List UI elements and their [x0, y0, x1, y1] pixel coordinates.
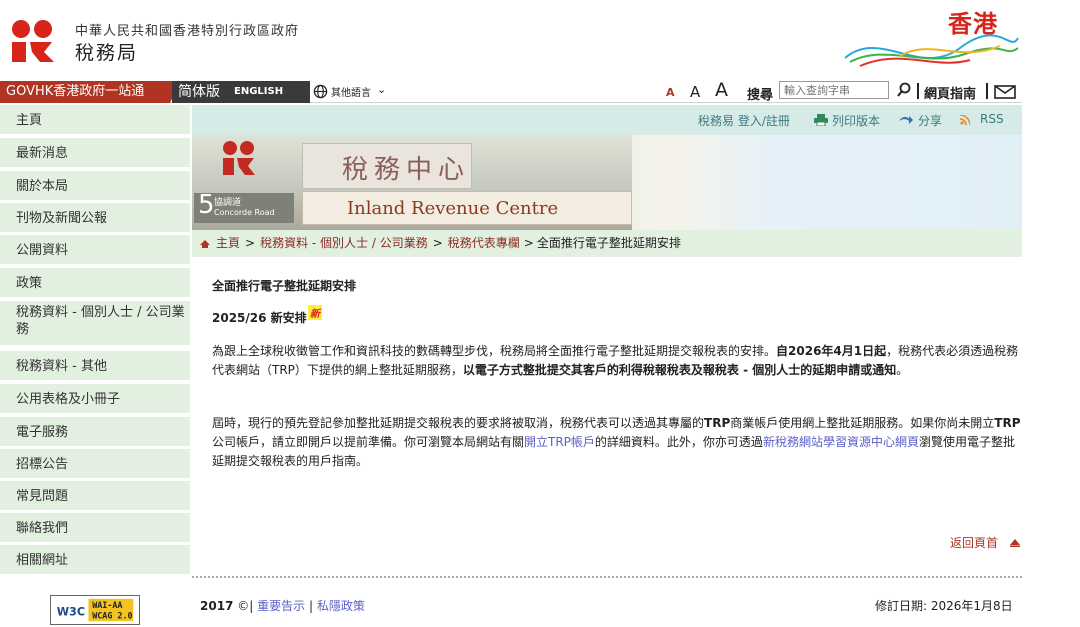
banner-road-name-en: Concorde Road	[214, 208, 275, 217]
banner-english-sign: Inland Revenue Centre	[347, 198, 559, 219]
search-input[interactable]	[779, 81, 889, 99]
search-label: 搜尋	[747, 88, 774, 103]
chevron-down-icon[interactable]: ⌄	[377, 83, 386, 96]
p1-text: 為跟上全球稅收徵管工作和資訊科技的數碼轉型步伐，稅務局將全面推行電子整批延期提交…	[212, 344, 777, 358]
banner-ird-logo	[223, 141, 255, 175]
p1-effective-date: 自2026年4月1日起	[776, 344, 887, 358]
sidebar-menu: 主頁 最新消息 關於本局 刊物及新聞公報 公開資料 政策 稅務資料 - 個別人士…	[0, 105, 190, 627]
important-notice-link[interactable]: 重要告示	[257, 599, 305, 613]
footer-copyright: 2017 ©| 重要告示 | 私隱政策	[200, 597, 365, 614]
w3c-wcag-badge[interactable]: W3C WAI-AA WCAG 2.0	[50, 595, 140, 625]
p2-text: 商業帳戶使用網上整批延期服務。如果你尚未開立	[730, 416, 995, 430]
sidebar-item-contact[interactable]: 聯絡我們	[0, 513, 190, 544]
sidebar-item-links[interactable]: 相關網址	[0, 545, 190, 576]
banner-road-number: 5	[198, 190, 215, 220]
font-size-small-button[interactable]: A	[666, 86, 675, 99]
sidebar-item-about[interactable]: 關於本局	[0, 171, 190, 202]
sidebar-item-tax-others[interactable]: 稅務資料 - 其他	[0, 351, 190, 382]
print-version-link[interactable]: 列印版本	[832, 112, 880, 129]
p2-trp: TRP	[704, 416, 731, 430]
sidebar-item-policy[interactable]: 政策	[0, 268, 190, 299]
government-name: 中華人民共和國香港特別行政區政府	[75, 24, 300, 39]
new-badge: 新	[308, 305, 322, 320]
rss-link[interactable]: RSS	[980, 112, 1004, 126]
p2-trp: TRP	[994, 416, 1021, 430]
p1-text: 。	[896, 363, 909, 377]
sidebar-item-publications[interactable]: 刊物及新聞公報	[0, 203, 190, 234]
globe-icon[interactable]	[313, 84, 328, 99]
footer-divider	[192, 576, 1022, 578]
svg-text:W3C: W3C	[57, 606, 85, 619]
breadcrumb-tax-info[interactable]: 稅務資料 - 個別人士 / 公司業務	[260, 236, 428, 250]
breadcrumb: 主頁 > 稅務資料 - 個別人士 / 公司業務 > 稅務代表專欄 > 全面推行電子整批延期安…	[192, 230, 1022, 257]
rss-icon[interactable]	[960, 115, 970, 125]
breadcrumb-separator: >	[432, 236, 443, 250]
english-link[interactable]: ENGLISH	[234, 81, 283, 103]
breadcrumb-tax-rep-corner[interactable]: 稅務代表專欄	[448, 236, 520, 250]
open-trp-account-link[interactable]: 開立TRP帳戶	[524, 435, 595, 449]
sitemap-link[interactable]: 網頁指南	[924, 83, 976, 102]
other-languages-link[interactable]: 其他語言	[331, 84, 371, 99]
language-strip-shape	[294, 81, 308, 103]
footer-separator: |	[308, 599, 313, 613]
share-link[interactable]: 分享	[918, 112, 942, 129]
p2-text: 屆時，現行的預先登記參加整批延期提交報稅表的要求將被取消，稅務代表可以透過其專屬…	[212, 416, 705, 430]
breadcrumb-current: 全面推行電子整批延期安排	[536, 236, 681, 250]
svg-text:WAI-AA: WAI-AA	[92, 600, 122, 610]
etax-login-link[interactable]: 稅務易 登入/註冊	[698, 112, 790, 129]
p2-text: 公司帳戶，請立即開戶以提前準備。你可瀏覽本局網站有關	[212, 435, 525, 449]
privacy-policy-link[interactable]: 私隱政策	[317, 599, 365, 613]
page-title: 全面推行電子整批延期安排	[212, 279, 357, 293]
toolbar-divider	[986, 83, 988, 99]
utility-bar: 稅務易 登入/註冊 列印版本 分享 RSS	[192, 105, 1022, 135]
site-header: 中華人民共和國香港特別行政區政府 稅務局 香港	[0, 8, 1022, 82]
p2-text: 的詳細資料。此外，你亦可透過	[594, 435, 763, 449]
ird-logo[interactable]	[10, 16, 66, 64]
copyright-symbol: ©|	[237, 599, 254, 613]
sidebar-item-public-info[interactable]: 公開資料	[0, 235, 190, 266]
govhk-link[interactable]: GOVHK香港政府一站通	[0, 81, 170, 103]
arrow-up-icon[interactable]	[1010, 539, 1020, 547]
banner-image: 稅務中心 Inland Revenue Centre 5 協調道 Concord…	[192, 135, 1022, 230]
home-icon	[200, 239, 210, 248]
paragraph-intro: 為跟上全球稅收徵管工作和資訊科技的數碼轉型步伐，稅務局將全面推行電子整批延期提交…	[212, 342, 1022, 380]
banner-road-name-cn: 協調道	[214, 198, 242, 208]
breadcrumb-separator: >	[523, 236, 534, 250]
printer-icon[interactable]	[814, 114, 828, 126]
p1-emphasis: 以電子方式整批提交其客戶的利得稅報稅表及報稅表 - 個別人士的延期申請或通知	[462, 363, 897, 377]
banner-chinese-sign: 稅務中心	[342, 155, 471, 185]
learning-resource-centre-link[interactable]: 新稅務網站學習資源中心網頁	[763, 435, 919, 449]
simplified-chinese-link[interactable]: 简体版	[178, 81, 220, 103]
sidebar-item-tax-individuals-business[interactable]: 稅務資料 - 個別人士 / 公司業務	[0, 301, 190, 347]
copyright-year: 2017	[200, 599, 234, 613]
sidebar-item-tenders[interactable]: 招標公告	[0, 449, 190, 480]
mail-icon[interactable]	[994, 85, 1016, 99]
font-size-medium-button[interactable]: A	[690, 83, 700, 101]
svg-text:WCAG 2.0: WCAG 2.0	[92, 610, 132, 620]
paragraph-details: 屆時，現行的預先登記參加整批延期提交報稅表的要求將被取消，稅務代表可以透過其專屬…	[212, 414, 1022, 471]
sidebar-item-home[interactable]: 主頁	[0, 105, 190, 136]
font-size-large-button[interactable]: A	[715, 79, 728, 101]
revision-date: 修訂日期: 2026年1月8日	[875, 599, 1013, 613]
breadcrumb-separator: >	[245, 236, 256, 250]
sidebar-item-news[interactable]: 最新消息	[0, 138, 190, 169]
top-navigation-bar: GOVHK香港政府一站通 简体版 ENGLISH 其他語言 ⌄ A A A 搜尋…	[0, 79, 1022, 103]
sidebar-item-forms[interactable]: 公用表格及小冊子	[0, 384, 190, 415]
sidebar-item-faq[interactable]: 常見問題	[0, 481, 190, 512]
sidebar-item-eservices[interactable]: 電子服務	[0, 417, 190, 448]
brand-hong-kong-text: 香港	[948, 10, 998, 38]
back-to-top-link[interactable]: 返回頁首	[950, 534, 998, 551]
search-icon[interactable]	[896, 82, 912, 98]
share-icon[interactable]	[898, 115, 914, 125]
breadcrumb-home[interactable]: 主頁	[216, 236, 240, 250]
section-subtitle: 2025/26 新安排	[212, 311, 307, 325]
toolbar-divider	[917, 83, 919, 99]
department-name: 稅務局	[75, 42, 139, 64]
